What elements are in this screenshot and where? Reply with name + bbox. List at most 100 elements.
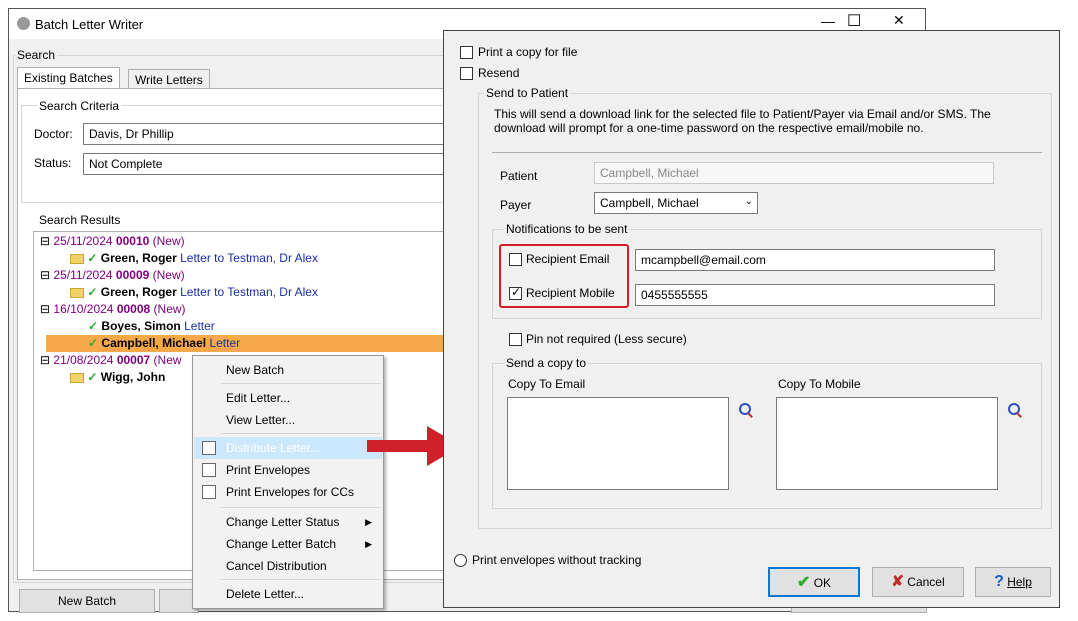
submenu-arrow-icon: ▶ xyxy=(365,539,372,549)
status-field[interactable]: Not Complete xyxy=(83,153,449,175)
menu-edit-letter[interactable]: Edit Letter... xyxy=(194,387,382,409)
menu-change-letter-status[interactable]: Change Letter Status ▶ xyxy=(194,511,382,533)
search-group-label: Search xyxy=(15,48,58,62)
chevron-down-icon: ⌄ xyxy=(744,196,753,207)
letter-desc: Letter xyxy=(184,319,215,333)
envelope-icon xyxy=(70,253,84,264)
collapse-toggle[interactable]: ⊟ xyxy=(40,268,50,282)
checkmark-icon: ✓ xyxy=(88,319,99,333)
distribute-dialog: Print a copy for file Resend Send to Pat… xyxy=(443,30,1060,608)
new-batch-button[interactable]: New Batch xyxy=(19,589,155,613)
letter-row[interactable]: ✓ Wigg, John xyxy=(70,369,165,386)
status-label: Status: xyxy=(34,156,72,170)
batch-number: 00010 xyxy=(115,234,150,248)
search-criteria-label: Search Criteria xyxy=(37,99,122,113)
recipient-email-checkbox[interactable] xyxy=(509,253,522,266)
collapse-toggle[interactable]: ⊟ xyxy=(40,353,50,367)
menu-separator xyxy=(221,507,381,508)
menu-delete-letter[interactable]: Delete Letter... xyxy=(194,583,382,605)
menu-new-batch[interactable]: New Batch xyxy=(194,359,382,381)
batch-date: 21/08/2024 xyxy=(53,353,114,367)
notifications-label: Notifications to be sent xyxy=(504,222,630,236)
doctor-field[interactable]: Davis, Dr Phillip xyxy=(83,123,449,145)
patient-name: Wigg, John xyxy=(100,370,166,384)
letter-desc: Letter to Testman, Dr Alex xyxy=(180,251,318,265)
checkmark-icon: ✓ xyxy=(87,251,98,265)
help-label: Help xyxy=(1007,575,1032,589)
checkmark-icon: ✓ xyxy=(88,336,99,350)
copy-to-mobile-textarea[interactable] xyxy=(776,397,998,490)
menu-print-envelopes[interactable]: Print Envelopes xyxy=(194,459,382,481)
batch-row[interactable]: ⊟ 16/10/2024 00008 (New) xyxy=(40,301,186,318)
batch-state: (New) xyxy=(152,268,185,282)
maximize-icon[interactable]: ☐ xyxy=(847,11,861,31)
checkmark-icon: ✔ xyxy=(796,574,811,591)
tab-existing-batches[interactable]: Existing Batches xyxy=(17,67,120,89)
recipient-mobile-field[interactable]: 0455555555 xyxy=(635,284,995,306)
batch-state: (New xyxy=(153,353,182,367)
search-icon[interactable] xyxy=(739,403,753,417)
batch-number: 00009 xyxy=(115,268,150,282)
ok-button[interactable]: ✔ OK xyxy=(768,567,860,597)
batch-row[interactable]: ⊟ 25/11/2024 00010 (New) xyxy=(40,233,185,250)
printer-icon xyxy=(202,441,216,455)
search-icon[interactable] xyxy=(1008,403,1022,417)
envelope-icon xyxy=(70,287,84,298)
batch-date: 16/10/2024 xyxy=(53,302,114,316)
payer-select[interactable]: Campbell, Michael ⌄ xyxy=(594,192,758,214)
menu-print-envelopes-ccs[interactable]: Print Envelopes for CCs xyxy=(194,481,382,503)
print-copy-label: Print a copy for file xyxy=(478,45,578,59)
collapse-toggle[interactable]: ⊟ xyxy=(40,302,50,316)
letter-row-selected[interactable]: ✓ Campbell, Michael Letter xyxy=(46,335,448,352)
menu-separator xyxy=(221,579,381,580)
print-copy-checkbox[interactable] xyxy=(460,46,473,59)
print-envelopes-radio[interactable] xyxy=(454,554,467,567)
batch-state: (New) xyxy=(153,302,186,316)
help-icon: ? xyxy=(994,573,1004,590)
letter-desc: Letter to Testman, Dr Alex xyxy=(180,285,318,299)
copy-to-email-label: Copy To Email xyxy=(508,377,586,391)
batch-row[interactable]: ⊟ 21/08/2024 00007 (New xyxy=(40,352,182,369)
printer-icon xyxy=(202,485,216,499)
submenu-arrow-icon: ▶ xyxy=(365,517,372,527)
menu-print-envelopes-ccs-label: Print Envelopes for CCs xyxy=(226,485,355,499)
payer-label: Payer xyxy=(500,198,532,212)
ok-label: OK xyxy=(813,576,832,590)
menu-cancel-distribution[interactable]: Cancel Distribution xyxy=(194,555,382,577)
recipient-email-label: Recipient Email xyxy=(526,252,610,266)
letter-desc: Letter xyxy=(209,336,241,350)
menu-change-letter-status-label: Change Letter Status xyxy=(226,515,340,529)
close-icon[interactable]: ✕ xyxy=(893,12,905,29)
help-button[interactable]: ? Help xyxy=(975,567,1051,597)
printer-icon xyxy=(202,463,216,477)
batch-row[interactable]: ⊟ 25/11/2024 00009 (New) xyxy=(40,267,185,284)
batch-date: 25/11/2024 xyxy=(53,268,113,282)
menu-print-envelopes-label: Print Envelopes xyxy=(226,463,311,477)
menu-distribute-letter[interactable]: Distribute Letter... xyxy=(194,437,382,459)
batch-number: 00007 xyxy=(116,353,151,367)
context-menu: New Batch Edit Letter... View Letter... … xyxy=(192,355,384,609)
x-icon: ✘ xyxy=(891,573,904,590)
minimize-icon[interactable]: — xyxy=(821,13,835,29)
menu-separator xyxy=(221,433,381,434)
recipient-email-field[interactable]: mcampbell@email.com xyxy=(635,249,995,271)
menu-change-letter-batch[interactable]: Change Letter Batch ▶ xyxy=(194,533,382,555)
pin-not-required-checkbox[interactable] xyxy=(509,333,522,346)
menu-view-letter[interactable]: View Letter... xyxy=(194,409,382,431)
patient-name: Campbell, Michael xyxy=(101,336,207,350)
copy-to-email-textarea[interactable] xyxy=(507,397,729,490)
menu-change-letter-batch-label: Change Letter Batch xyxy=(226,537,337,551)
send-to-patient-label: Send to Patient xyxy=(484,86,571,100)
checkmark-icon: ✓ xyxy=(87,370,98,384)
doctor-label: Doctor: xyxy=(34,127,73,141)
letter-row[interactable]: ✓ Boyes, Simon Letter xyxy=(88,318,215,335)
payer-select-value: Campbell, Michael xyxy=(600,196,699,210)
letter-row[interactable]: ✓ Green, Roger Letter to Testman, Dr Ale… xyxy=(70,284,318,301)
letter-row[interactable]: ✓ Green, Roger Letter to Testman, Dr Ale… xyxy=(70,250,318,267)
recipient-mobile-checkbox[interactable] xyxy=(509,285,522,300)
cancel-button[interactable]: ✘ Cancel xyxy=(872,567,964,597)
app-icon xyxy=(17,17,30,30)
tab-write-letters[interactable]: Write Letters xyxy=(128,69,210,89)
resend-checkbox[interactable] xyxy=(460,67,473,80)
collapse-toggle[interactable]: ⊟ xyxy=(40,234,50,248)
